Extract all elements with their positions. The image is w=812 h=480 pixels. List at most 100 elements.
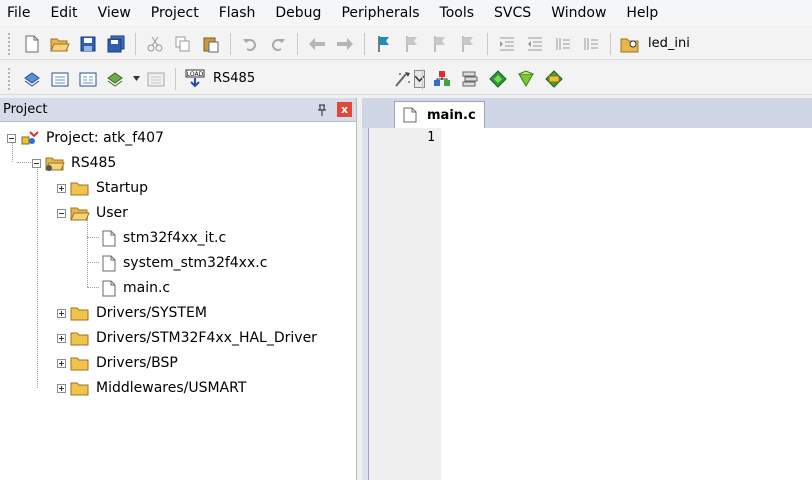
batch-build-icon[interactable] <box>105 68 127 90</box>
bookmark-flag-icon[interactable] <box>373 33 395 55</box>
pack-installer-icon[interactable] <box>515 68 537 90</box>
menu-peripherals[interactable]: Peripherals <box>341 5 419 21</box>
build-icon[interactable] <box>49 68 71 90</box>
code-editor[interactable]: 1 <box>368 128 812 480</box>
project-name: Project: atk_f407 <box>46 130 164 146</box>
menu-view[interactable]: View <box>98 5 131 21</box>
project-icon <box>20 129 40 147</box>
folder-icon <box>70 304 90 322</box>
pin-icon[interactable] <box>315 103 329 117</box>
tree-connector <box>87 287 99 288</box>
folder-icon <box>70 354 90 372</box>
menu-tools[interactable]: Tools <box>440 5 475 21</box>
tree-item-target[interactable]: RS485 <box>32 152 116 174</box>
group-label: Drivers/BSP <box>96 355 178 371</box>
tree-connector <box>37 167 38 388</box>
tree-connector <box>87 217 88 287</box>
comment-icon[interactable] <box>552 33 574 55</box>
editor-tab-bar: main.c <box>362 98 812 128</box>
tree-group-drivers-hal[interactable]: Drivers/STM32F4xx_HAL_Driver <box>57 327 317 349</box>
build-toolbar: LOAD RS485 <box>0 63 812 95</box>
svg-text:LOAD: LOAD <box>187 71 204 78</box>
tree-connector <box>17 162 33 163</box>
folder-icon <box>70 329 90 347</box>
menu-svcs[interactable]: SVCS <box>494 5 531 21</box>
file-label: stm32f4xx_it.c <box>123 230 227 246</box>
tree-group-startup[interactable]: Startup <box>57 177 148 199</box>
manage-rte-icon[interactable] <box>487 68 509 90</box>
tree-group-drivers-bsp[interactable]: Drivers/BSP <box>57 352 178 374</box>
toolbar-separator <box>422 67 423 90</box>
expand-icon[interactable] <box>57 333 66 343</box>
tree-group-user[interactable]: User <box>57 202 128 224</box>
paste-icon[interactable] <box>200 33 222 55</box>
pack-manager-icon[interactable] <box>543 68 565 90</box>
tree-connector <box>87 237 99 238</box>
panel-title: Project <box>3 102 48 117</box>
cut-icon[interactable] <box>144 33 166 55</box>
tree-connector <box>87 262 99 263</box>
undo-icon[interactable] <box>239 33 261 55</box>
collapse-icon[interactable] <box>57 208 66 218</box>
indent-icon[interactable] <box>496 33 518 55</box>
find-text[interactable]: led_ini <box>648 36 690 51</box>
menu-file[interactable]: File <box>7 5 30 21</box>
target-options-icon[interactable] <box>392 68 414 90</box>
tree-file-stm32f4xx-it[interactable]: stm32f4xx_it.c <box>101 227 226 249</box>
expand-icon[interactable] <box>57 183 66 193</box>
line-number-gutter: 1 <box>369 128 441 480</box>
toolbar-separator <box>135 32 136 55</box>
tree-group-middlewares-usmart[interactable]: Middlewares/USMART <box>57 377 246 399</box>
nav-forward-icon[interactable] <box>334 33 356 55</box>
open-folder-icon[interactable] <box>49 33 71 55</box>
clear-bookmarks-icon[interactable] <box>457 33 479 55</box>
nav-back-icon[interactable] <box>306 33 328 55</box>
file-label: main.c <box>123 280 171 296</box>
group-label: User <box>96 205 128 221</box>
translate-icon[interactable] <box>21 68 43 90</box>
line-number: 1 <box>427 130 435 145</box>
menu-window[interactable]: Window <box>551 5 606 21</box>
find-in-files-icon[interactable] <box>619 33 641 55</box>
copy-icon[interactable] <box>172 33 194 55</box>
menu-flash[interactable]: Flash <box>219 5 256 21</box>
chevron-down-icon[interactable] <box>414 69 426 88</box>
save-icon[interactable] <box>77 33 99 55</box>
stop-build-icon[interactable] <box>145 68 167 90</box>
new-file-icon[interactable] <box>21 33 43 55</box>
tree-item-project[interactable]: Project: atk_f407 <box>7 127 164 149</box>
toolbar-grip[interactable] <box>8 32 12 55</box>
batch-build-dropdown-icon[interactable] <box>132 68 140 90</box>
expand-icon[interactable] <box>57 308 66 318</box>
collapse-icon[interactable] <box>32 158 41 168</box>
expand-icon[interactable] <box>57 383 66 393</box>
toolbar-separator <box>487 32 488 55</box>
target-select[interactable]: RS485 <box>209 68 426 90</box>
load-download-icon[interactable]: LOAD <box>184 68 206 90</box>
menu-help[interactable]: Help <box>626 5 658 21</box>
tree-file-system-stm32f4xx[interactable]: system_stm32f4xx.c <box>101 252 267 274</box>
toolbar-grip[interactable] <box>8 67 12 90</box>
folder-icon <box>70 379 90 397</box>
select-packs-icon[interactable] <box>459 68 481 90</box>
toolbar-separator <box>364 32 365 55</box>
group-label: Drivers/STM32F4xx_HAL_Driver <box>96 330 317 346</box>
menu-debug[interactable]: Debug <box>275 5 321 21</box>
collapse-icon[interactable] <box>7 133 16 143</box>
tree-group-drivers-system[interactable]: Drivers/SYSTEM <box>57 302 207 324</box>
unindent-icon[interactable] <box>524 33 546 55</box>
uncomment-icon[interactable] <box>580 33 602 55</box>
next-bookmark-icon[interactable] <box>429 33 451 55</box>
rebuild-icon[interactable] <box>77 68 99 90</box>
tab-main-c[interactable]: main.c <box>394 101 485 128</box>
prev-bookmark-icon[interactable] <box>401 33 423 55</box>
tab-label: main.c <box>427 107 476 123</box>
menu-edit[interactable]: Edit <box>50 5 77 21</box>
manage-project-items-icon[interactable] <box>431 68 453 90</box>
close-panel-button[interactable]: x <box>337 102 352 117</box>
redo-icon[interactable] <box>267 33 289 55</box>
save-all-icon[interactable] <box>105 33 127 55</box>
expand-icon[interactable] <box>57 358 66 368</box>
tree-file-main[interactable]: main.c <box>101 277 170 299</box>
menu-project[interactable]: Project <box>151 5 199 21</box>
